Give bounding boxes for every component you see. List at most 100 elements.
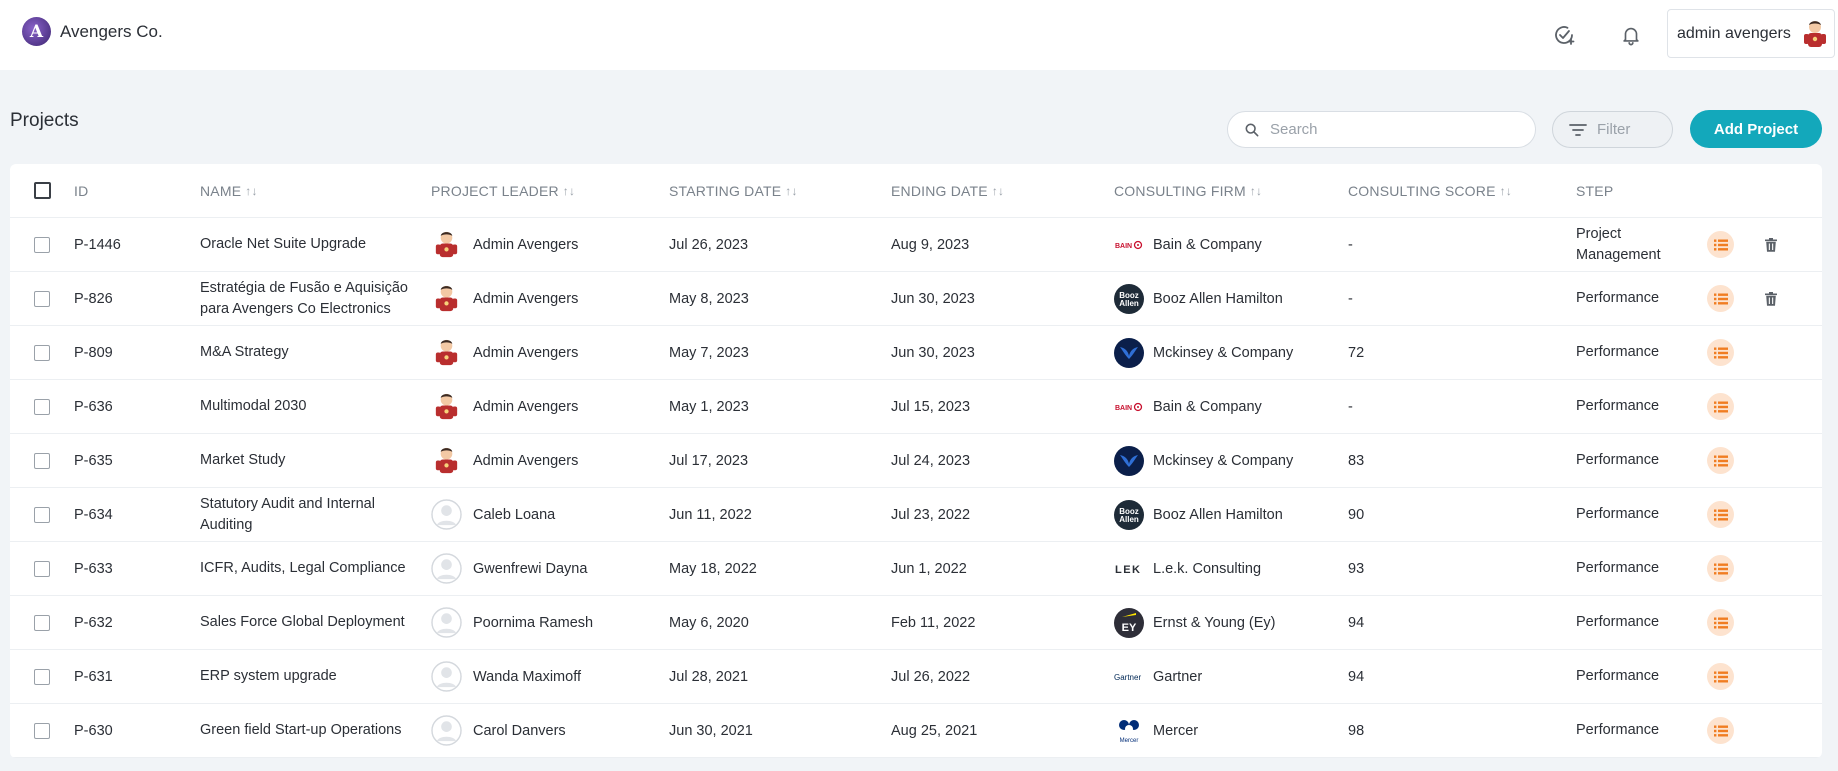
list-icon[interactable] xyxy=(1707,447,1734,474)
project-step: Performance xyxy=(1576,290,1660,306)
search-input[interactable] xyxy=(1270,121,1510,138)
table-row[interactable]: P-632 Sales Force Global Deployment Poorni… xyxy=(10,596,1822,650)
table-row[interactable]: P-633 ICFR, Audits, Legal Compliance Gwenf… xyxy=(10,542,1822,596)
svg-text:LEK: LEK xyxy=(1115,564,1142,576)
row-checkbox[interactable] xyxy=(34,614,50,631)
sort-arrows-icon[interactable]: ↑↓ xyxy=(245,184,257,198)
check-add-icon[interactable] xyxy=(1548,19,1580,51)
leader-avatar-hero xyxy=(431,337,462,368)
table-row[interactable]: P-809 M&A Strategy Admin Avengers May 7, 20… xyxy=(10,326,1822,380)
project-leader: Admin Avengers xyxy=(431,272,578,325)
list-icon[interactable] xyxy=(1707,717,1734,744)
filter-icon xyxy=(1569,123,1587,136)
select-all-checkbox[interactable] xyxy=(34,182,51,199)
brand[interactable]: A Avengers Co. xyxy=(22,17,163,46)
project-name[interactable]: M&A Strategy xyxy=(200,326,289,379)
table-row[interactable]: P-631 ERP system upgrade Wanda Maximoff Jul… xyxy=(10,650,1822,704)
list-icon[interactable] xyxy=(1707,393,1734,420)
consulting-score: 94 xyxy=(1348,668,1365,685)
default-avatar-icon xyxy=(431,661,462,692)
project-name[interactable]: Multimodal 2030 xyxy=(200,380,306,433)
row-checkbox[interactable] xyxy=(34,344,50,361)
project-name[interactable]: Green field Start-up Operations xyxy=(200,704,402,757)
row-checkbox[interactable] xyxy=(34,560,50,577)
sort-arrows-icon[interactable]: ↑↓ xyxy=(992,184,1004,198)
list-icon[interactable] xyxy=(1707,285,1734,312)
trash-icon[interactable] xyxy=(1761,288,1781,310)
project-name[interactable]: Sales Force Global Deployment xyxy=(200,596,405,649)
sort-arrows-icon[interactable]: ↑↓ xyxy=(563,184,575,198)
search-box[interactable] xyxy=(1227,111,1536,148)
row-checkbox[interactable] xyxy=(34,506,50,523)
list-icon[interactable] xyxy=(1707,555,1734,582)
sort-arrows-icon[interactable]: ↑↓ xyxy=(785,184,797,198)
project-name[interactable]: Statutory Audit and Internal Auditing xyxy=(200,488,375,541)
leader-avatar-hero xyxy=(431,283,462,314)
default-avatar-icon xyxy=(431,607,462,638)
list-icon[interactable] xyxy=(1707,609,1734,636)
header-start[interactable]: STARTING DATE ↑↓ xyxy=(669,164,798,217)
gartner-logo-icon: Gartner xyxy=(1114,662,1144,692)
project-leader: Caleb Loana xyxy=(431,488,555,541)
project-leader: Admin Avengers xyxy=(431,218,578,271)
header-name[interactable]: NAME ↑↓ xyxy=(200,164,258,217)
row-checkbox[interactable] xyxy=(34,722,50,739)
consulting-firm: Mercer Mercer xyxy=(1114,704,1198,757)
header-step: STEP xyxy=(1576,182,1614,199)
step-details-cell xyxy=(1707,542,1734,595)
sort-arrows-icon[interactable]: ↑↓ xyxy=(1500,184,1512,198)
starting-date: May 8, 2023 xyxy=(669,290,749,307)
row-checkbox[interactable] xyxy=(34,236,50,253)
project-leader: Admin Avengers xyxy=(431,326,578,379)
page-title: Projects xyxy=(10,110,79,131)
project-id: P-634 xyxy=(74,506,113,523)
project-name[interactable]: Estratégia de Fusão e Aquisição para Aven… xyxy=(200,272,408,325)
header-leader[interactable]: PROJECT LEADER ↑↓ xyxy=(431,164,575,217)
header-end[interactable]: ENDING DATE ↑↓ xyxy=(891,164,1004,217)
filter-button[interactable]: Filter xyxy=(1552,111,1673,148)
table-row[interactable]: P-630 Green field Start-up Operations Caro… xyxy=(10,704,1822,758)
bell-icon[interactable] xyxy=(1615,19,1647,51)
header-score[interactable]: CONSULTING SCORE ↑↓ xyxy=(1348,164,1512,217)
table-row[interactable]: P-636 Multimodal 2030 Admin Avengers May 1,… xyxy=(10,380,1822,434)
table-row[interactable]: P-826 Estratégia de Fusão e Aquisição para… xyxy=(10,272,1822,326)
project-id: P-631 xyxy=(74,668,113,685)
sort-arrows-icon[interactable]: ↑↓ xyxy=(1250,184,1262,198)
project-name[interactable]: ERP system upgrade xyxy=(200,650,337,703)
table-row[interactable]: P-1446 Oracle Net Suite Upgrade Admin Aven… xyxy=(10,218,1822,272)
ending-date: Jul 26, 2022 xyxy=(891,668,971,685)
list-icon[interactable] xyxy=(1707,339,1734,366)
row-checkbox[interactable] xyxy=(34,398,50,415)
booz-logo-icon: Booz Allen xyxy=(1114,499,1144,530)
add-project-button[interactable]: Add Project xyxy=(1690,110,1822,148)
consulting-score: 93 xyxy=(1348,560,1365,577)
list-icon[interactable] xyxy=(1707,501,1734,528)
table-row[interactable]: P-635 Market Study Admin Avengers Jul 17, 2… xyxy=(10,434,1822,488)
header-firm[interactable]: CONSULTING FIRM ↑↓ xyxy=(1114,164,1262,217)
row-checkbox-cell xyxy=(34,488,50,541)
row-checkbox[interactable] xyxy=(34,668,50,685)
consulting-firm: EY Ernst & Young (Ey) xyxy=(1114,596,1276,649)
ending-date: Jun 30, 2023 xyxy=(891,344,975,361)
list-icon[interactable] xyxy=(1707,231,1734,258)
consulting-firm: Booz Allen Booz Allen Hamilton xyxy=(1114,272,1283,325)
project-step: Performance xyxy=(1576,722,1660,738)
row-checkbox[interactable] xyxy=(34,452,50,469)
trash-icon[interactable] xyxy=(1761,234,1781,256)
consulting-firm: Gartner Gartner xyxy=(1114,650,1202,703)
project-id: P-809 xyxy=(74,344,113,361)
project-leader: Poornima Ramesh xyxy=(431,596,593,649)
project-name[interactable]: Market Study xyxy=(200,434,285,487)
project-name[interactable]: ICFR, Audits, Legal Compliance xyxy=(200,542,406,595)
step-details-cell xyxy=(1707,272,1734,325)
row-checkbox[interactable] xyxy=(34,290,50,307)
list-icon[interactable] xyxy=(1707,663,1734,690)
svg-text:Allen: Allen xyxy=(1119,299,1139,308)
row-checkbox-cell xyxy=(34,650,50,703)
project-step: Performance xyxy=(1576,452,1660,468)
project-name[interactable]: Oracle Net Suite Upgrade xyxy=(200,218,366,271)
mckinsey-logo-icon xyxy=(1114,445,1144,476)
table-row[interactable]: P-634 Statutory Audit and Internal Auditin… xyxy=(10,488,1822,542)
user-menu[interactable]: admin avengers xyxy=(1667,9,1835,58)
starting-date: May 18, 2022 xyxy=(669,560,757,577)
